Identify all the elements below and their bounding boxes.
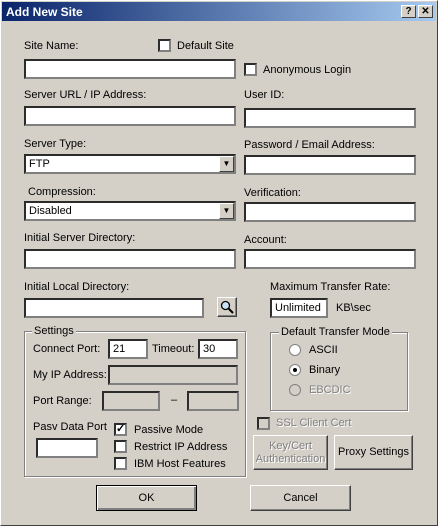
account-input[interactable] (244, 249, 416, 269)
default-site-label: Default Site (177, 40, 234, 52)
binary-radio[interactable] (289, 364, 301, 376)
ok-button[interactable]: OK (96, 485, 197, 511)
anonymous-login-label: Anonymous Login (263, 64, 352, 76)
ssl-client-cert-label: SSL Client Cert (276, 417, 352, 429)
initial-server-dir-input[interactable] (24, 249, 236, 269)
account-label: Account: (244, 234, 287, 246)
verification-label: Verification: (244, 187, 301, 199)
connect-port-label: Connect Port: (33, 343, 101, 355)
proxy-settings-button[interactable]: Proxy Settings (334, 435, 413, 470)
compression-value: Disabled (29, 205, 72, 217)
magnifier-icon (220, 300, 234, 314)
add-new-site-dialog: Add New Site ? ✕ Site Name: Default Site… (0, 0, 438, 526)
ssl-client-cert-checkbox[interactable] (257, 417, 270, 430)
server-type-select[interactable]: FTP ▼ (24, 154, 236, 174)
initial-local-dir-input[interactable] (24, 298, 204, 318)
password-label: Password / Email Address: (244, 139, 375, 151)
site-name-input[interactable] (24, 59, 236, 79)
site-name-label: Site Name: (24, 40, 79, 52)
my-ip-label: My IP Address: (33, 369, 107, 381)
restrict-ip-checkbox[interactable] (114, 440, 127, 453)
kb-sec-label: KB\sec (336, 302, 371, 314)
restrict-ip-label: Restrict IP Address (134, 441, 228, 453)
port-range-dash: – (171, 394, 178, 406)
anonymous-login-checkbox[interactable] (244, 63, 257, 76)
max-transfer-rate-input[interactable]: Unlimited (270, 298, 328, 318)
ibm-host-checkbox[interactable] (114, 457, 127, 470)
chevron-down-icon[interactable]: ▼ (219, 203, 234, 219)
initial-local-dir-label: Initial Local Directory: (24, 281, 130, 293)
max-transfer-rate-label: Maximum Transfer Rate: (270, 281, 391, 293)
ebcdic-radio[interactable] (289, 384, 301, 396)
password-input[interactable] (244, 155, 416, 175)
passive-mode-checkbox[interactable]: ✓ (114, 423, 127, 436)
ascii-radio[interactable] (289, 344, 301, 356)
ebcdic-label: EBCDIC (309, 384, 351, 396)
pasv-data-port-input[interactable] (36, 438, 98, 458)
help-button[interactable]: ? (401, 5, 416, 18)
settings-group-title: Settings (32, 325, 76, 337)
transfer-mode-group-title: Default Transfer Mode (279, 326, 392, 338)
compression-label: Compression: (28, 186, 96, 198)
port-range-end-input[interactable] (187, 391, 239, 411)
binary-label: Binary (309, 364, 341, 376)
browse-folder-button[interactable] (217, 297, 237, 317)
pasv-data-port-label: Pasv Data Port (33, 421, 107, 433)
server-type-value: FTP (29, 158, 50, 170)
timeout-label: Timeout: (152, 343, 195, 355)
passive-mode-label: Passive Mode (134, 424, 204, 436)
close-button[interactable]: ✕ (418, 5, 433, 18)
port-range-label: Port Range: (33, 395, 92, 407)
title-bar: Add New Site ? ✕ (2, 2, 436, 21)
port-range-start-input[interactable] (102, 391, 160, 411)
user-id-input[interactable] (244, 108, 416, 128)
compression-select[interactable]: Disabled ▼ (24, 201, 236, 221)
server-url-input[interactable] (24, 106, 236, 126)
user-id-label: User ID: (244, 89, 285, 101)
verification-input[interactable] (244, 202, 416, 222)
cancel-button[interactable]: Cancel (250, 485, 351, 511)
timeout-input[interactable]: 30 (198, 339, 238, 359)
default-site-checkbox[interactable] (158, 39, 171, 52)
dialog-title: Add New Site (6, 5, 83, 19)
key-cert-auth-button[interactable]: Key/Cert Authentication (253, 435, 328, 470)
server-type-label: Server Type: (24, 138, 87, 150)
connect-port-input[interactable]: 21 (108, 339, 148, 359)
server-url-label: Server URL / IP Address: (24, 89, 147, 101)
ascii-label: ASCII (309, 344, 338, 356)
chevron-down-icon[interactable]: ▼ (219, 156, 234, 172)
initial-server-dir-label: Initial Server Directory: (24, 232, 136, 244)
my-ip-input[interactable] (108, 365, 238, 385)
ibm-host-label: IBM Host Features (134, 458, 226, 470)
